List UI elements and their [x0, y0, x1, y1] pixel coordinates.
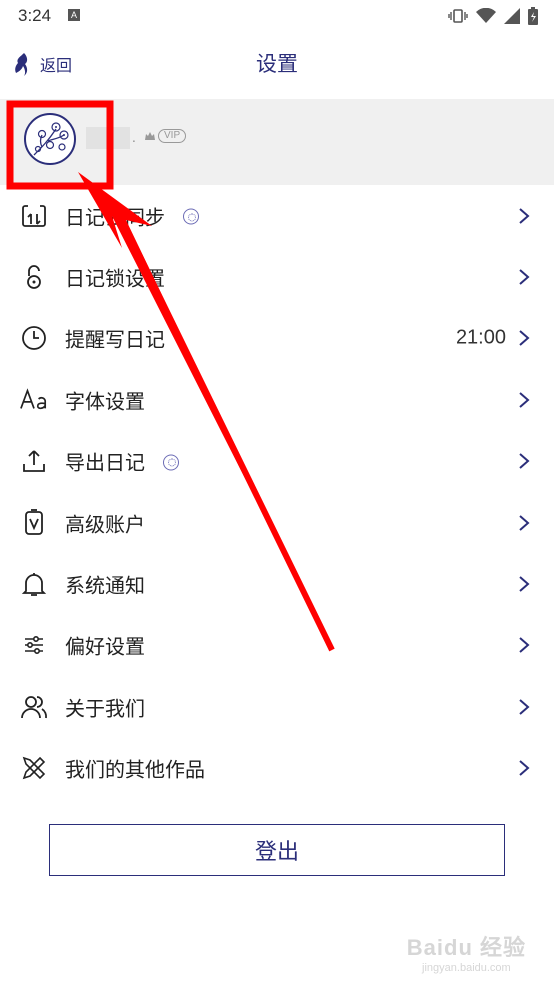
users-icon — [20, 693, 48, 721]
username-suffix: . — [132, 131, 136, 145]
chevron-right-icon — [519, 453, 530, 470]
settings-menu: 日记云同步 日记锁设置 提醒写日记 21:00 字体设置 导出日记 高级账户 系… — [0, 185, 554, 799]
plum-blossom-avatar-icon — [33, 122, 69, 156]
vip-badge: VIP — [144, 129, 187, 143]
logout-label: 登出 — [254, 840, 299, 865]
chevron-right-icon — [519, 207, 530, 224]
sliders-icon — [20, 631, 48, 659]
watermark-sub: jingyan.baidu.com — [422, 962, 511, 974]
battery-icon — [528, 7, 538, 25]
bell-icon — [20, 570, 48, 598]
menu-item-font[interactable]: 字体设置 — [0, 369, 554, 430]
menu-item-cloud-sync[interactable]: 日记云同步 — [0, 185, 554, 246]
menu-item-reminder[interactable]: 提醒写日记 21:00 — [0, 308, 554, 369]
status-bar: 3:24 A — [0, 0, 554, 32]
chevron-right-icon — [519, 576, 530, 592]
menu-item-premium-account[interactable]: 高级账户 — [0, 492, 554, 553]
export-icon — [20, 447, 48, 475]
chevron-right-icon — [519, 699, 530, 715]
chevron-right-icon — [519, 637, 530, 654]
chevron-right-icon — [519, 269, 530, 285]
avatar[interactable] — [24, 113, 76, 165]
baidu-watermark: Baidu 经验 jingyan.baidu.com — [407, 930, 526, 974]
font-icon — [20, 386, 48, 414]
premium-badge-icon — [163, 454, 179, 471]
menu-item-export[interactable]: 导出日记 — [0, 431, 554, 492]
chevron-right-icon — [519, 330, 530, 347]
chevron-right-icon — [519, 760, 530, 776]
chevron-right-icon — [519, 514, 530, 531]
menu-label-notifications: 系统通知 — [65, 573, 145, 598]
premium-account-icon — [20, 508, 48, 537]
menu-label-diary-lock: 日记锁设置 — [65, 266, 165, 291]
menu-label-other-works: 我们的其他作品 — [65, 757, 205, 782]
status-icons — [448, 6, 538, 26]
menu-label-preferences: 偏好设置 — [65, 634, 145, 659]
clock-icon — [20, 324, 48, 352]
menu-item-diary-lock[interactable]: 日记锁设置 — [0, 246, 554, 307]
watermark-main: Baidu 经验 — [406, 935, 526, 960]
wifi-icon — [476, 8, 496, 23]
crown-icon — [145, 132, 155, 140]
cloud-sync-icon — [20, 202, 48, 230]
menu-label-about: 关于我们 — [65, 696, 145, 721]
page-title: 设置 — [256, 52, 298, 76]
status-time: 3:24 — [18, 6, 52, 25]
menu-label-export: 导出日记 — [65, 450, 145, 475]
menu-item-notifications[interactable]: 系统通知 — [0, 553, 554, 614]
vibrate-icon — [448, 9, 468, 23]
menu-item-about[interactable]: 关于我们 — [0, 676, 554, 737]
vip-label: VIP — [158, 129, 187, 143]
menu-label-font: 字体设置 — [65, 389, 145, 414]
logout-button[interactable]: 登出 — [49, 824, 505, 876]
menu-label-premium-account: 高级账户 — [65, 512, 145, 537]
top-bar: 返回 设置 — [0, 32, 554, 96]
username-blurred — [86, 127, 130, 149]
notification-a-icon: A — [68, 9, 80, 21]
lock-icon — [20, 263, 48, 291]
premium-badge-icon — [183, 208, 199, 225]
menu-item-other-works[interactable]: 我们的其他作品 — [0, 738, 554, 799]
reminder-time: 21:00 — [455, 326, 506, 349]
menu-label-reminder: 提醒写日记 — [65, 327, 165, 352]
profile-row[interactable]: . VIP — [0, 99, 554, 185]
tools-icon — [20, 754, 48, 782]
signal-icon — [504, 8, 520, 24]
chevron-right-icon — [519, 392, 530, 408]
menu-label-cloud-sync: 日记云同步 — [65, 205, 165, 230]
menu-item-preferences[interactable]: 偏好设置 — [0, 615, 554, 676]
